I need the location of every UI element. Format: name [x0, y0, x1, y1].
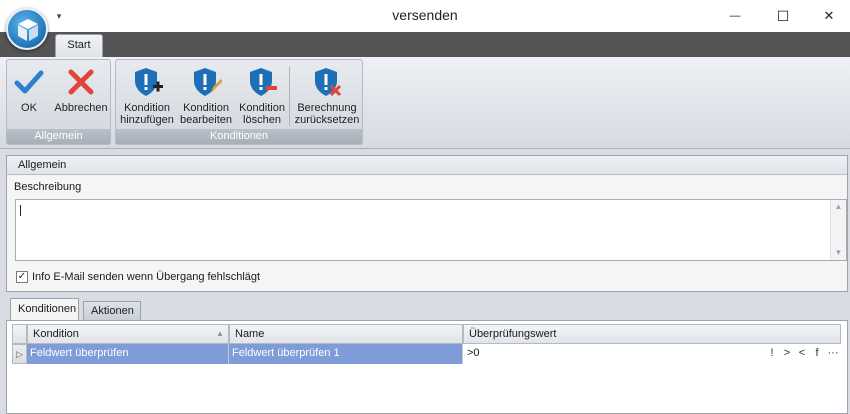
general-panel-header: Allgemein [7, 156, 847, 175]
group-konditionen: Kondition hinzufügen Kondition bearbeite… [115, 59, 363, 145]
ribbon: OK Abbrechen Allgemein Kondition hinzufü… [0, 57, 850, 149]
check-icon [13, 66, 45, 98]
kondition-hinzufuegen-label-2: hinzufügen [120, 114, 174, 126]
kondition-bearbeiten-label-2: bearbeiten [180, 114, 232, 126]
operator-less-button[interactable]: < [796, 344, 808, 364]
tab-konditionen[interactable]: Konditionen [10, 298, 79, 321]
beschreibung-scrollbar[interactable]: ▲ ▼ [830, 200, 846, 260]
maximize-button[interactable]: ☐ [760, 0, 806, 32]
group-allgemein: OK Abbrechen Allgemein [6, 59, 111, 145]
column-header-ueberpruefungswert[interactable]: Überprüfungswert [463, 324, 841, 344]
shield-plus-icon [131, 66, 163, 98]
app-logo-icon[interactable] [6, 8, 48, 50]
text-caret [20, 205, 21, 216]
scroll-up-icon[interactable]: ▲ [831, 200, 846, 214]
close-button[interactable]: ✕ [806, 0, 850, 32]
kondition-bearbeiten-button[interactable]: Kondition bearbeiten [178, 62, 234, 130]
more-options-button[interactable]: ··· [825, 344, 841, 364]
sort-ascending-icon: ▲ [216, 329, 224, 338]
group-label-allgemein: Allgemein [7, 129, 110, 144]
kondition-bearbeiten-label-1: Kondition [183, 102, 229, 114]
ok-button[interactable]: OK [9, 62, 49, 130]
abbrechen-label: Abbrechen [54, 102, 108, 114]
info-email-checkbox[interactable]: ✓ [16, 271, 28, 284]
berechnung-zuruecksetzen-button[interactable]: Berechnung zurücksetzen [292, 62, 362, 130]
kondition-hinzufuegen-label-1: Kondition [124, 102, 170, 114]
minimize-button[interactable]: — [712, 0, 758, 32]
kondition-loeschen-button[interactable]: Kondition löschen [236, 62, 288, 130]
cell-kondition[interactable]: Feldwert überprüfen [27, 344, 229, 364]
column-header-name[interactable]: Name [229, 324, 463, 344]
shield-edit-icon [190, 66, 223, 98]
cross-icon [65, 66, 97, 98]
konditionen-grid: Kondition ▲ Name Überprüfungswert ▷ Feld… [6, 320, 848, 414]
row-indicator-icon[interactable]: ▷ [12, 344, 27, 364]
cell-name[interactable]: Feldwert überprüfen 1 [229, 344, 463, 364]
kondition-loeschen-label-2: löschen [243, 114, 281, 126]
shield-minus-icon [246, 66, 278, 98]
info-email-checkbox-label: Info E-Mail senden wenn Übergang fehlsch… [32, 271, 261, 283]
operator-not-button[interactable]: ! [766, 344, 778, 364]
grid-corner [12, 324, 27, 344]
abbrechen-button[interactable]: Abbrechen [51, 62, 111, 130]
ribbon-tab-strip [0, 32, 850, 57]
operator-function-button[interactable]: f [811, 344, 823, 364]
general-panel: Allgemein Beschreibung ▲ ▼ ✓ Info E-Mail … [6, 155, 848, 292]
operator-greater-button[interactable]: > [781, 344, 793, 364]
berechnung-zuruecksetzen-label-1: Berechnung [297, 102, 357, 114]
info-email-checkbox-row[interactable]: ✓ Info E-Mail senden wenn Übergang fehlsc… [16, 270, 260, 284]
beschreibung-label: Beschreibung [14, 181, 82, 193]
title-bar: ▾ versenden — ☐ ✕ [0, 0, 850, 32]
scroll-down-icon[interactable]: ▼ [831, 246, 846, 260]
column-header-kondition-label: Kondition [33, 328, 79, 340]
ok-label: OK [21, 102, 37, 114]
shield-reset-icon [311, 66, 343, 98]
kondition-hinzufuegen-button[interactable]: Kondition hinzufügen [118, 62, 176, 130]
tab-start[interactable]: Start [55, 34, 103, 57]
group-label-konditionen: Konditionen [116, 129, 362, 144]
berechnung-zuruecksetzen-label-2: zurücksetzen [294, 114, 360, 126]
ribbon-separator [289, 66, 290, 126]
kondition-loeschen-label-1: Kondition [239, 102, 285, 114]
tab-aktionen[interactable]: Aktionen [83, 301, 141, 320]
beschreibung-input[interactable]: ▲ ▼ [15, 199, 847, 261]
column-header-kondition[interactable]: Kondition ▲ [27, 324, 229, 344]
